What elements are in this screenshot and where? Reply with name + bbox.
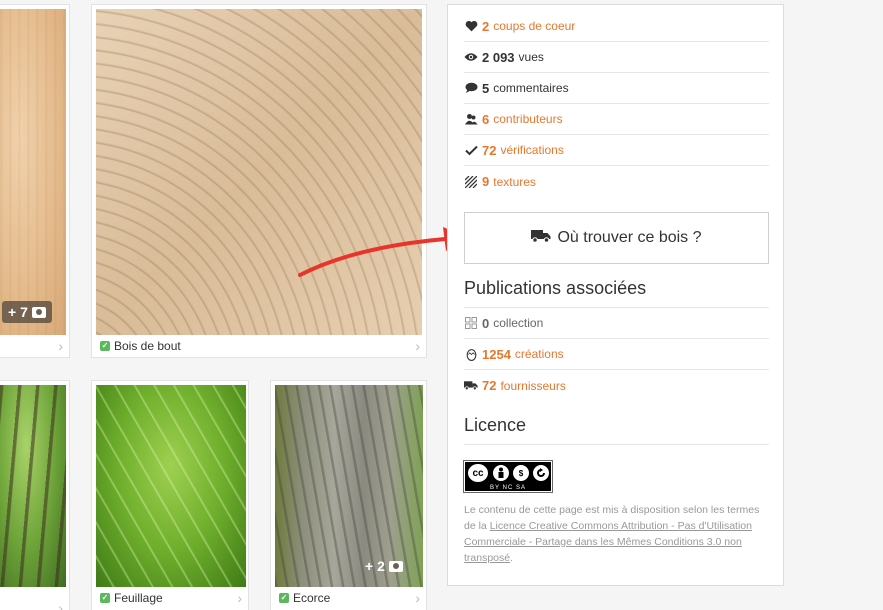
find-wood-button[interactable]: Où trouver ce bois ? [464, 212, 769, 264]
license-link[interactable]: Licence Creative Commons Attribution - P… [464, 520, 752, 564]
check-icon [464, 143, 478, 157]
photo-count-badge: + 2 [359, 555, 409, 577]
pub-creations[interactable]: 1254 créations [464, 339, 769, 370]
verified-check-icon: ✓ [100, 341, 110, 351]
verified-check-icon: ✓ [279, 593, 289, 603]
license-text: Le contenu de cette page est mis à dispo… [464, 504, 760, 564]
truck-icon [531, 229, 551, 248]
creative-commons-badge[interactable]: cc $ BY NC SA [463, 460, 553, 493]
eye-icon [464, 50, 478, 64]
page: + 7 › ✓ Bois de bout › › ✓ Feuillage › +… [0, 0, 883, 610]
users-icon [464, 112, 478, 126]
verified-check-icon: ✓ [100, 593, 110, 603]
texture-icon [464, 175, 478, 189]
texture-card-bark[interactable]: + 2 ✓ Ecorce › [270, 380, 427, 610]
texture-photo[interactable] [0, 385, 66, 587]
cc-icons: cc $ [466, 462, 550, 484]
pub-collections[interactable]: 0 collection [464, 308, 769, 339]
stat-comments[interactable]: 5 commentaires [464, 73, 769, 104]
texture-photo[interactable] [96, 385, 246, 587]
camera-icon [388, 560, 403, 572]
chevron-right-icon[interactable]: › [58, 601, 63, 610]
heart-icon [464, 19, 478, 33]
publications-heading: Publications associées [464, 278, 647, 298]
comment-icon [464, 81, 478, 95]
texture-photo[interactable] [96, 9, 422, 335]
egg-icon [464, 347, 478, 361]
texture-card-beech[interactable]: + 7 › [0, 4, 70, 358]
divider [464, 444, 769, 445]
red-arrow-annotation [298, 227, 467, 277]
cc-nc-icon: $ [512, 464, 530, 482]
chevron-right-icon[interactable]: › [415, 339, 420, 353]
cc-logo-icon: cc [466, 462, 490, 484]
stat-likes[interactable]: 2 coups de coeur [464, 11, 769, 42]
chevron-right-icon[interactable]: › [415, 591, 420, 605]
camera-icon [31, 306, 46, 318]
chevron-right-icon[interactable]: › [58, 339, 63, 353]
license-heading: Licence [464, 415, 527, 435]
cc-by-icon [492, 464, 510, 482]
wood-info-panel: 2 coups de coeur 2 093 vues 5 commentair… [447, 4, 784, 586]
stat-views: 2 093 vues [464, 42, 769, 73]
cc-terms-label: BY NC SA [490, 485, 526, 491]
truck-icon [464, 379, 478, 393]
chevron-right-icon[interactable]: › [237, 591, 242, 605]
texture-caption: ✓ Ecorce [279, 591, 331, 605]
pub-suppliers[interactable]: 72 fournisseurs [464, 370, 769, 401]
cc-sa-icon [532, 464, 550, 482]
stat-textures[interactable]: 9 textures [464, 166, 769, 197]
texture-card-end-grain[interactable]: ✓ Bois de bout › [91, 4, 427, 358]
photo-count-badge: + 7 [2, 301, 52, 323]
texture-card-leaf[interactable]: ✓ Feuillage › [91, 380, 249, 610]
texture-photo[interactable] [0, 9, 66, 335]
texture-caption: ✓ Feuillage [100, 591, 163, 605]
grid-icon [464, 316, 478, 330]
stat-contributors[interactable]: 6 contributeurs [464, 104, 769, 135]
stat-verifications[interactable]: 72 vérifications [464, 135, 769, 166]
texture-caption: ✓ Bois de bout [100, 339, 181, 353]
texture-card-forest[interactable]: › [0, 380, 70, 610]
